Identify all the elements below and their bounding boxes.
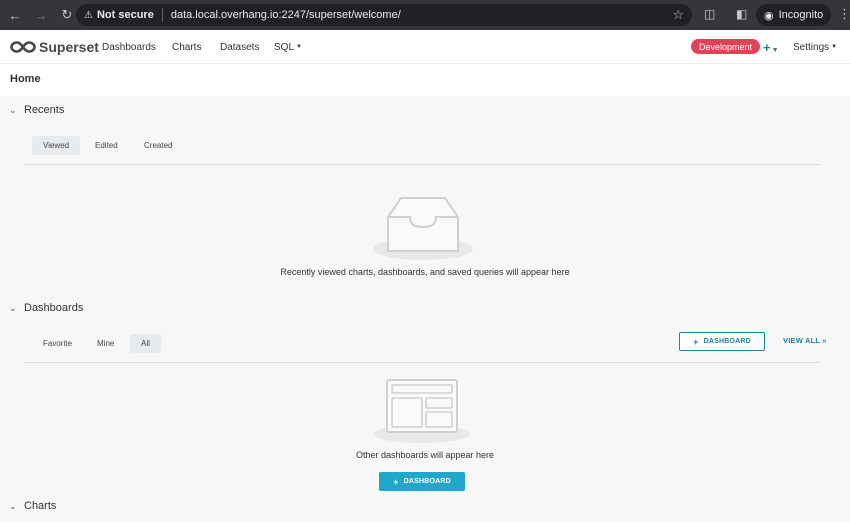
warning-icon: ⚠ (84, 9, 93, 21)
back-arrow-icon[interactable]: ← (4, 4, 26, 26)
chevron-down-icon: ⌄ (9, 302, 17, 313)
side-panel-icon[interactable]: ◧ (736, 7, 747, 21)
nav-sql-label: SQL (274, 42, 295, 53)
nav-sql[interactable]: SQL ▼ (274, 42, 302, 53)
tab-edited[interactable]: Edited (84, 136, 129, 155)
recents-title: Recents (24, 104, 65, 116)
add-dashboard-label: DASHBOARD (703, 338, 751, 345)
dashboards-divider (24, 362, 820, 363)
incognito-icon: ◉ (764, 9, 774, 22)
tab-favorite[interactable]: Favorite (32, 334, 83, 353)
incognito-indicator[interactable]: ◉ Incognito (756, 4, 832, 26)
superset-logo-icon (10, 40, 36, 53)
caret-down-icon: ▼ (831, 44, 838, 51)
reload-icon[interactable]: ↻ (56, 4, 78, 26)
tab-viewed[interactable]: Viewed (32, 136, 81, 155)
create-dashboard-button[interactable]: + DASHBOARD (379, 472, 465, 491)
new-item-menu[interactable]: +▼ (763, 40, 779, 55)
recents-empty-message: Recently viewed charts, dashboards, and … (280, 267, 570, 277)
add-dashboard-button[interactable]: + DASHBOARD (679, 332, 765, 351)
create-dashboard-label: DASHBOARD (403, 478, 451, 485)
page-title: Home (10, 73, 41, 85)
view-all-link[interactable]: VIEW ALL » (783, 336, 827, 345)
empty-inbox-icon (373, 197, 473, 260)
recents-section-header[interactable]: ⌄ Recents (9, 104, 64, 116)
address-bar[interactable]: ⚠ Not secure data.local.overhang.io:2247… (76, 4, 692, 26)
not-secure-label[interactable]: Not secure (97, 9, 154, 21)
tab-mine[interactable]: Mine (86, 334, 125, 353)
settings-label: Settings (793, 42, 830, 53)
brand-name: Superset (39, 38, 99, 55)
url-text[interactable]: data.local.overhang.io:2247/superset/wel… (171, 9, 401, 21)
forward-arrow-icon[interactable]: → (30, 4, 52, 26)
dashboards-title: Dashboards (24, 302, 84, 314)
page-header: Home (0, 64, 850, 96)
nav-charts[interactable]: Charts (172, 42, 201, 53)
browser-menu-icon[interactable]: ⋮ (838, 6, 850, 22)
environment-badge: Development (691, 39, 761, 54)
charts-section-header[interactable]: ⌄ Charts (9, 500, 56, 512)
dashboards-empty-message: Other dashboards will appear here (355, 450, 495, 460)
incognito-label: Incognito (778, 9, 824, 21)
caret-down-icon: ▼ (771, 47, 779, 54)
tab-all[interactable]: All (130, 334, 161, 353)
nav-dashboards[interactable]: Dashboards (102, 42, 156, 53)
dashboards-section-header[interactable]: ⌄ Dashboards (9, 302, 83, 314)
plus-icon: + (393, 476, 399, 487)
omnibox-separator (161, 8, 163, 22)
settings-menu[interactable]: Settings ▼ (793, 42, 837, 53)
chevron-down-icon: ⌄ (9, 500, 17, 511)
browser-toolbar: ← → ↻ ⚠ Not secure data.local.overhang.i… (0, 0, 850, 30)
app-navbar: Superset Dashboards Charts Datasets SQL ▼… (0, 30, 850, 64)
plus-icon: + (763, 40, 771, 55)
chevron-down-icon: ⌄ (9, 104, 17, 115)
empty-dashboard-icon (374, 379, 470, 443)
nav-datasets[interactable]: Datasets (220, 42, 259, 53)
tab-created[interactable]: Created (133, 136, 183, 155)
brand-link[interactable]: Superset (10, 39, 99, 55)
caret-down-icon: ▼ (296, 44, 302, 51)
extensions-icon[interactable]: ◫ (704, 7, 715, 21)
recents-divider (24, 164, 820, 165)
bookmark-star-icon[interactable]: ☆ (672, 7, 684, 23)
charts-title: Charts (24, 500, 57, 512)
plus-icon: + (693, 336, 699, 347)
